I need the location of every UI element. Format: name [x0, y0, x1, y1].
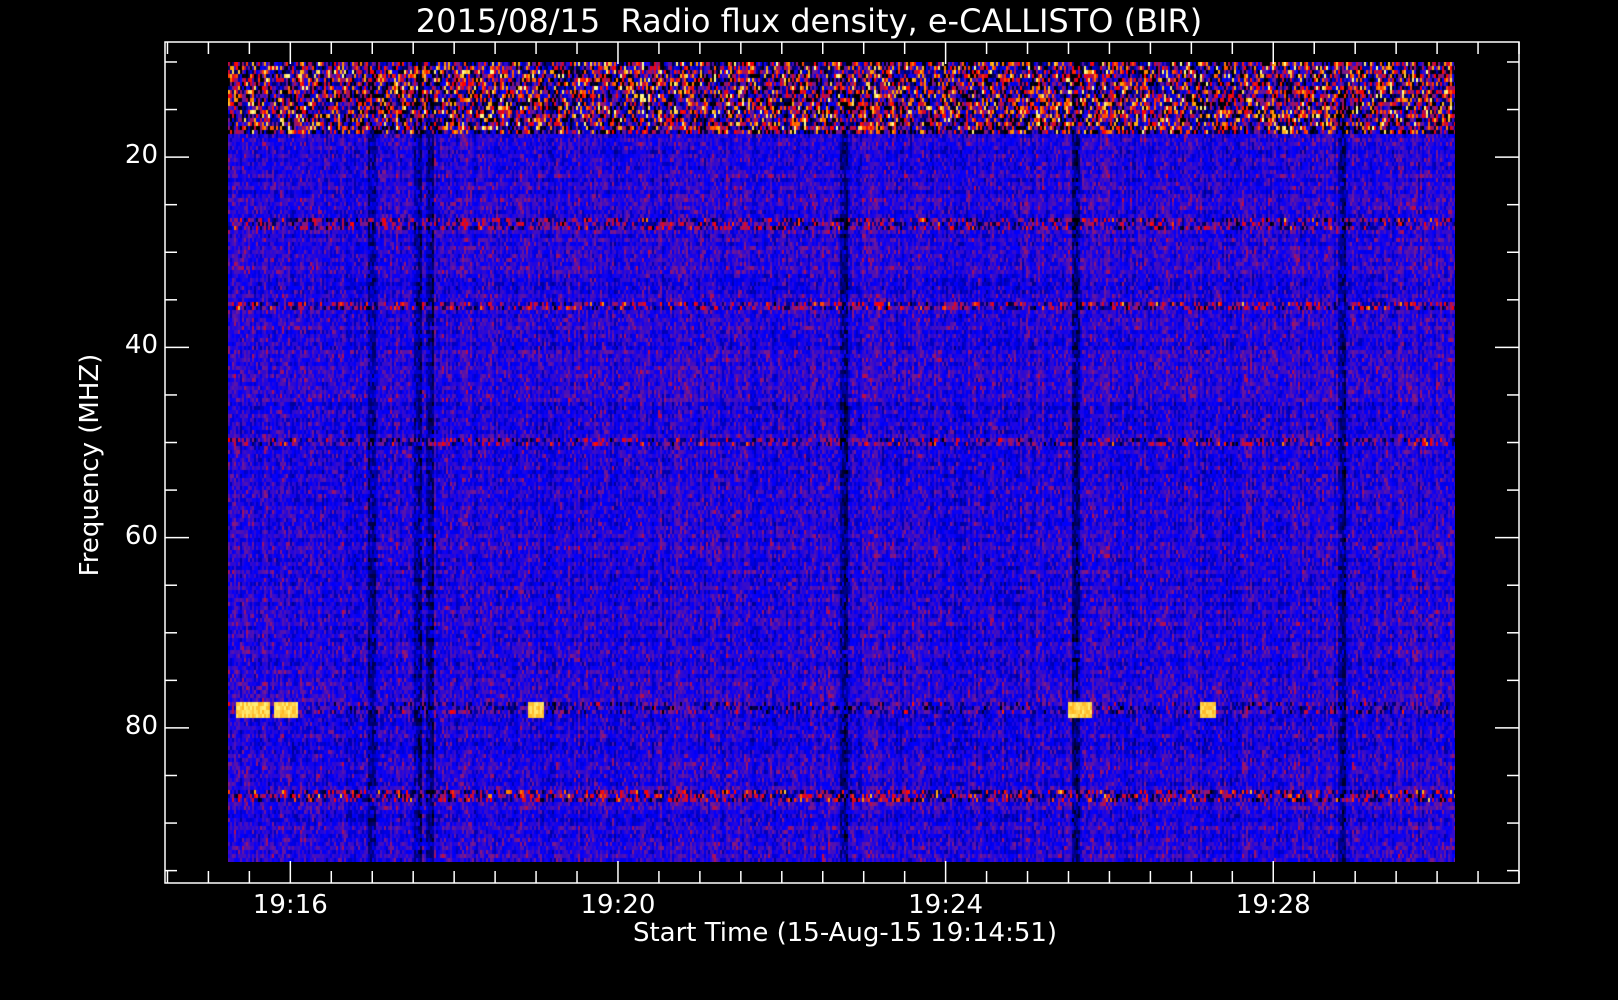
x-tick-label: 19:16 [252, 890, 328, 920]
x-axis-label: Start Time (15-Aug-15 19:14:51) [632, 918, 1058, 948]
plot-frame [164, 41, 1520, 884]
y-tick-label: 60 [124, 520, 158, 551]
y-tick-label: 80 [124, 710, 158, 741]
y-axis-label: Frequency (MHZ) [75, 353, 105, 577]
plot-axes [164, 41, 1520, 884]
x-tick-label: 19:20 [580, 890, 656, 920]
y-tick-label: 40 [124, 330, 158, 361]
x-tick-label: 19:28 [1235, 890, 1311, 920]
y-tick-label: 20 [124, 140, 158, 171]
x-tick-label: 19:24 [908, 890, 984, 920]
